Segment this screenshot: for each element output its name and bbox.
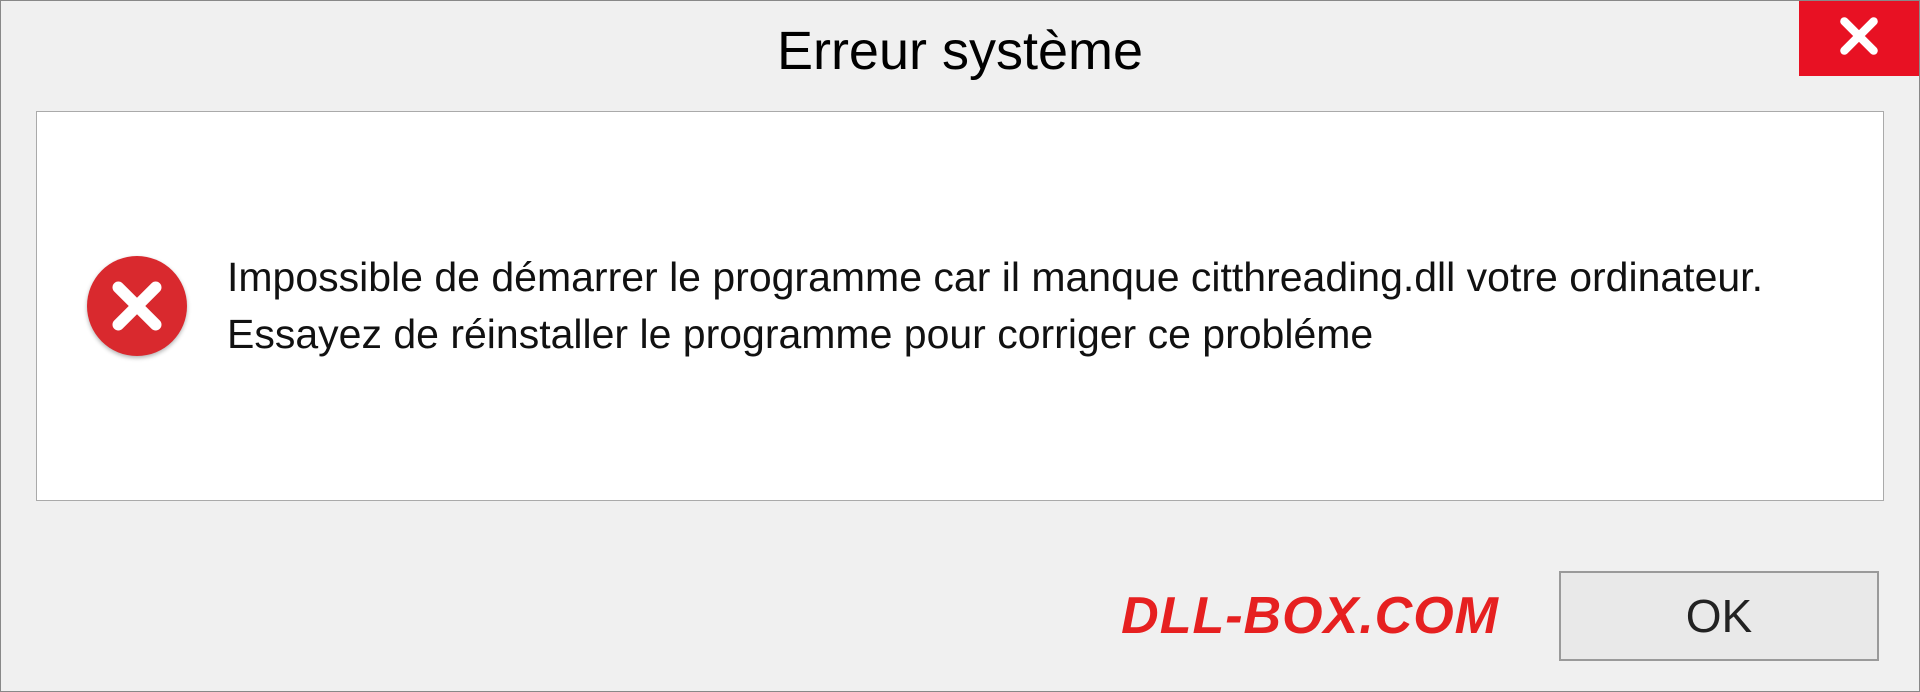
dialog-footer: DLL-BOX.COM OK bbox=[1, 541, 1919, 691]
error-icon-wrap bbox=[87, 256, 187, 356]
error-icon bbox=[87, 256, 187, 356]
dialog-content: Impossible de démarrer le programme car … bbox=[36, 111, 1884, 501]
ok-button[interactable]: OK bbox=[1559, 571, 1879, 661]
titlebar: Erreur système bbox=[1, 1, 1919, 101]
close-button[interactable] bbox=[1799, 1, 1919, 76]
brand-label: DLL-BOX.COM bbox=[1121, 586, 1499, 646]
error-dialog: Erreur système Impossible de démarrer le… bbox=[0, 0, 1920, 692]
error-message: Impossible de démarrer le programme car … bbox=[227, 249, 1833, 364]
ok-button-label: OK bbox=[1686, 589, 1752, 643]
close-icon bbox=[1837, 14, 1881, 63]
dialog-title: Erreur système bbox=[777, 20, 1143, 82]
